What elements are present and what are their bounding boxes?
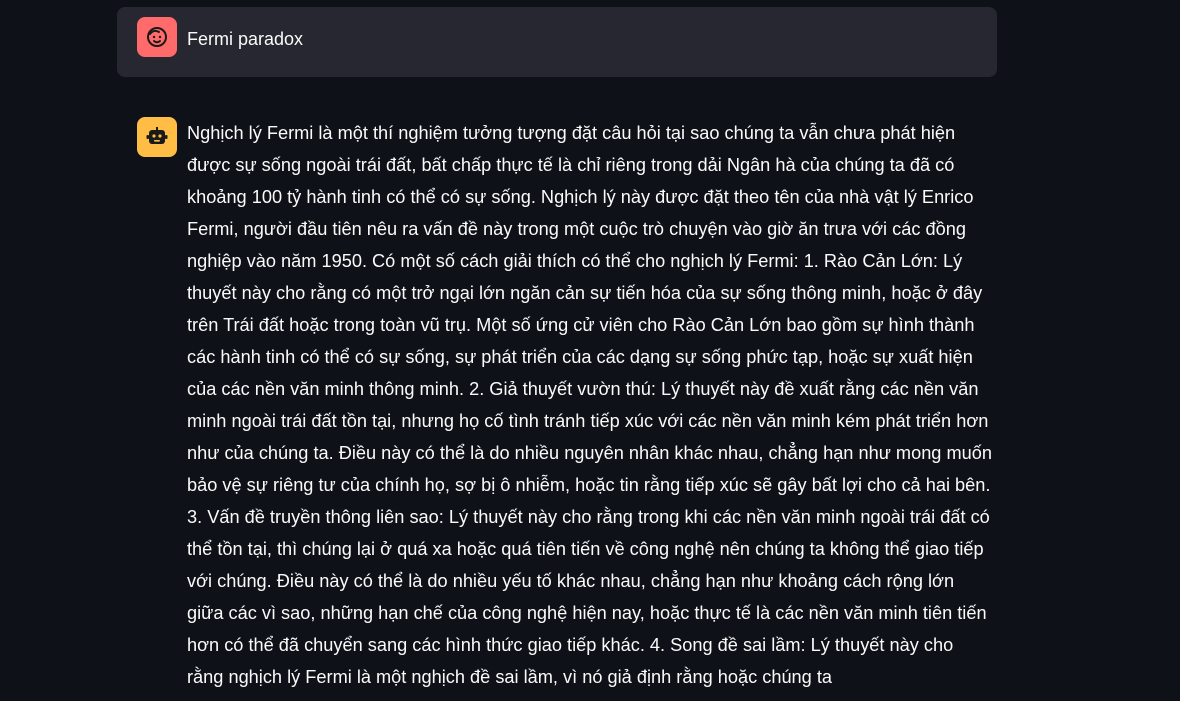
user-message: Fermi paradox — [117, 7, 997, 77]
robot-face-icon — [146, 127, 168, 144]
assistant-message-text: Nghịch lý Fermi là một thí nghiệm tưởng … — [187, 123, 992, 687]
user-avatar — [137, 17, 177, 57]
user-message-text: Fermi paradox — [187, 29, 304, 49]
smiley-face-icon — [147, 27, 167, 47]
assistant-avatar — [137, 117, 177, 157]
